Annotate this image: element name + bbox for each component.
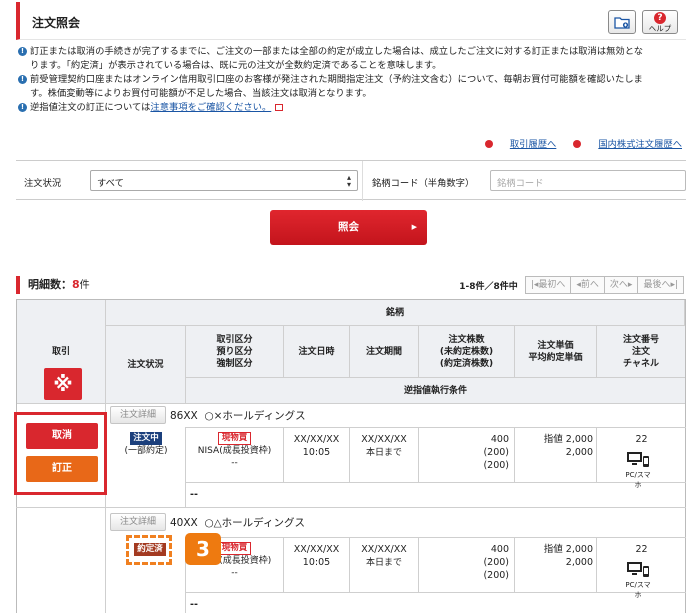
modify-button[interactable]: 訂正 bbox=[26, 456, 98, 482]
select-arrows-icon: ▴ ▾ bbox=[346, 173, 351, 189]
row-divider bbox=[185, 537, 686, 538]
stop-condition: -- bbox=[190, 489, 198, 500]
notice-item: す。株価変動等によりお買付可能額が不足した場合、当該注文は取消となります。 bbox=[30, 88, 372, 99]
divider bbox=[362, 161, 363, 201]
folder-button[interactable] bbox=[608, 10, 636, 34]
header-price: 注文単価 平均約定単価 bbox=[515, 326, 597, 378]
header-trade-type: 取引区分 預り区分 強制区分 bbox=[186, 326, 284, 378]
history-links: 取引履歴へ 国内株式注文履歴へ bbox=[471, 136, 682, 150]
order-channel: PC/スマホ bbox=[625, 581, 651, 599]
status-select[interactable]: すべて ▴ ▾ bbox=[90, 170, 358, 191]
help-icon: ? bbox=[654, 11, 666, 24]
triangle-right-icon: ▶ bbox=[411, 223, 417, 231]
order-quantity: 400 (200) (200) bbox=[483, 434, 509, 471]
order-period: XX/XX/XX 本日まで bbox=[361, 434, 407, 458]
code-label: 銘柄コード（半角数字） bbox=[372, 178, 475, 189]
step-number-badge: 3 bbox=[185, 533, 221, 565]
page-header: 注文照会 ? ヘルプ bbox=[16, 2, 686, 40]
stock-name: 40XX ○△ホールディングス bbox=[170, 517, 305, 529]
row-divider bbox=[16, 507, 686, 508]
page-info: 1-8件／8件中 bbox=[459, 281, 518, 292]
header-status: 注文状況 bbox=[106, 326, 186, 404]
cancel-button[interactable]: 取消 bbox=[26, 423, 98, 449]
header-quantity: 注文株数 (未約定株数) (約定済株数) bbox=[419, 326, 515, 378]
row-divider bbox=[185, 427, 686, 428]
order-detail-button[interactable]: 注文詳細 bbox=[110, 513, 166, 531]
external-window-icon bbox=[275, 104, 284, 111]
notice-item: ります。「約定済」が表示されている場合は、既に元の注文が全数約定済であることを意… bbox=[30, 60, 442, 71]
header-period: 注文期間 bbox=[350, 326, 419, 378]
order-period: XX/XX/XX 本日まで bbox=[361, 544, 407, 568]
status-label: 注文状況 bbox=[24, 178, 62, 189]
notice-list: ! 訂正または取消の手続きが完了するまでに、ご注文の一部または全部の約定が成立した… bbox=[18, 45, 686, 115]
result-count: 明細数：8件 bbox=[16, 276, 90, 294]
first-page-button[interactable]: |◂最初へ bbox=[524, 276, 572, 294]
notice-item: ! 逆指値注文の訂正については注意事項をご確認ください。 bbox=[18, 101, 686, 115]
help-label: ヘルプ bbox=[648, 23, 672, 33]
header-stop-condition: 逆指値執行条件 bbox=[186, 378, 685, 404]
prev-page-button[interactable]: ◂前へ bbox=[570, 276, 605, 294]
order-date: XX/XX/XX 10:05 bbox=[293, 544, 340, 568]
order-price: 指値 2,000 2,000 bbox=[543, 544, 593, 568]
order-price: 指値 2,000 2,000 bbox=[543, 434, 593, 458]
folder-add-icon bbox=[614, 16, 630, 29]
order-detail-button[interactable]: 注文詳細 bbox=[110, 406, 166, 424]
domestic-history-link[interactable]: 国内株式注文履歴へ bbox=[573, 139, 682, 150]
caution-link[interactable]: 注意事項をご確認ください。 bbox=[150, 102, 271, 113]
pagination: 1-8件／8件中 |◂最初へ ◂前へ 次へ▸ 最後へ▸| bbox=[459, 276, 684, 294]
info-icon: ! bbox=[18, 75, 27, 84]
row-divider bbox=[185, 482, 686, 483]
next-page-button[interactable]: 次へ▸ bbox=[603, 276, 639, 294]
notice-item: ! 前受管理契約口座またはオンライン信用取引口座のお客様が発注された期間指定注文（… bbox=[18, 73, 686, 87]
header-order-no: 注文番号 注文 チャネル bbox=[597, 326, 685, 378]
bulk-cancel-button[interactable]: ※ bbox=[44, 368, 82, 400]
row-divider bbox=[185, 592, 686, 593]
inquiry-button[interactable]: 照会 ▶ bbox=[270, 210, 427, 245]
notice-item: ! 訂正または取消の手続きが完了するまでに、ご注文の一部または全部の約定が成立した… bbox=[18, 45, 686, 59]
order-quantity: 400 (200) (200) bbox=[483, 544, 509, 581]
info-icon: ! bbox=[18, 103, 27, 112]
trade-type: 現物買 NISA(成長投資枠) -- bbox=[197, 432, 272, 468]
order-number: 22 bbox=[635, 434, 648, 445]
order-channel: PC/スマホ bbox=[625, 471, 651, 489]
help-button[interactable]: ? ヘルプ bbox=[642, 10, 678, 34]
order-number: 22 bbox=[635, 544, 648, 555]
pc-smartphone-icon bbox=[627, 452, 649, 467]
order-status: 注文中 (一部約定) bbox=[124, 432, 168, 456]
info-icon: ! bbox=[18, 47, 27, 56]
stock-name: 86XX ○×ホールディングス bbox=[170, 410, 306, 422]
order-date: XX/XX/XX 10:05 bbox=[293, 434, 340, 458]
stop-condition: -- bbox=[190, 599, 198, 610]
arrow-right-icon bbox=[484, 140, 493, 148]
pc-smartphone-icon bbox=[627, 562, 649, 577]
header-order-date: 注文日時 bbox=[284, 326, 350, 378]
header-stock: 銘柄 bbox=[106, 300, 685, 326]
highlight-dashed-box bbox=[126, 535, 172, 565]
search-filter: 注文状況 すべて ▴ ▾ 銘柄コード（半角数字） 銘柄コード bbox=[16, 160, 686, 201]
arrow-right-icon bbox=[573, 140, 582, 148]
trade-history-link[interactable]: 取引履歴へ bbox=[484, 139, 556, 150]
stock-code-input[interactable]: 銘柄コード bbox=[490, 170, 686, 191]
last-page-button[interactable]: 最後へ▸| bbox=[637, 276, 684, 294]
page-title: 注文照会 bbox=[32, 16, 81, 30]
